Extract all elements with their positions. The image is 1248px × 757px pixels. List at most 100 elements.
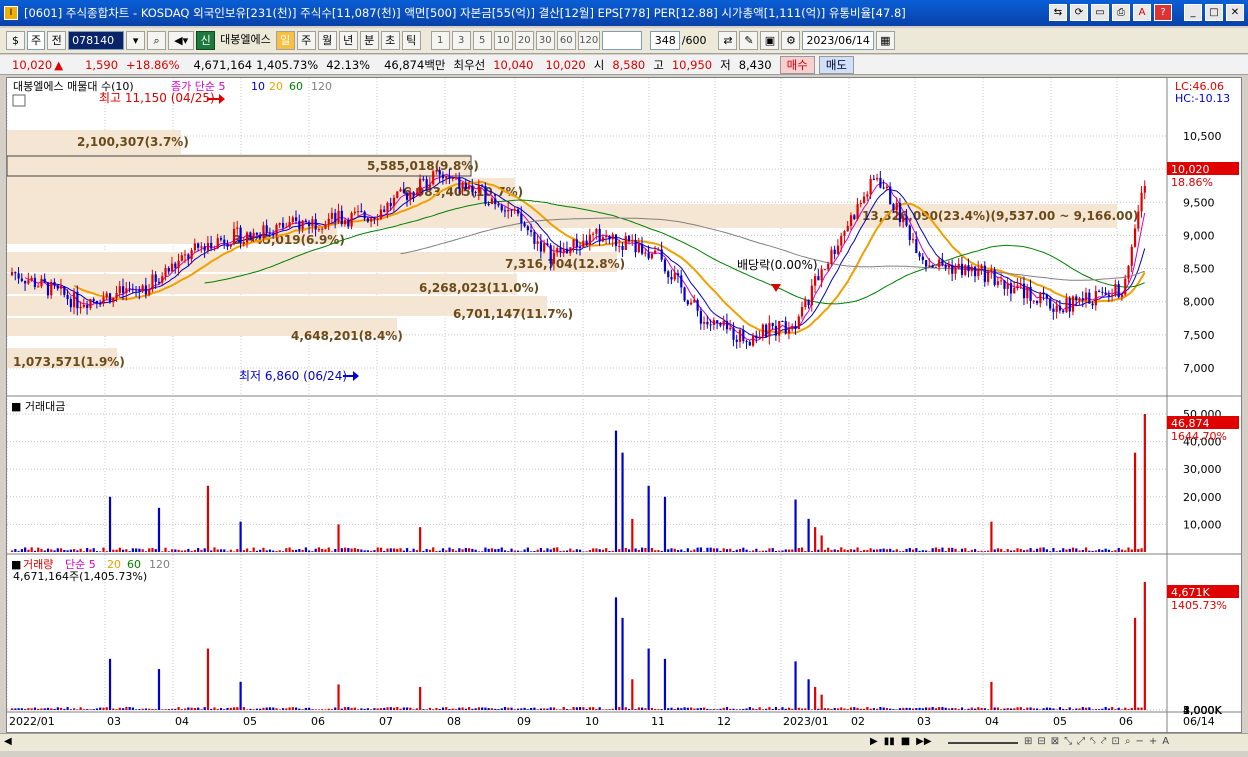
font-size-icon[interactable]: A (1162, 736, 1169, 747)
window-icon[interactable]: ▭ (1091, 4, 1109, 21)
period-tick[interactable]: 틱 (401, 31, 421, 50)
maximize-button[interactable]: □ (1205, 4, 1223, 21)
zoom-in-icon[interactable]: + (1149, 736, 1157, 747)
stock-chart-svg[interactable]: 1,073,571(1.9%) 4,648,201(8.4%) 6,701,147(… (6, 78, 1241, 732)
zoom-search-icon[interactable]: ⌕ (1125, 736, 1131, 747)
calendar-icon[interactable]: ▦ (875, 31, 895, 50)
amount-bar (941, 547, 944, 552)
candle-body (876, 177, 879, 180)
stock-badge: 신 (196, 31, 216, 50)
minute-60[interactable]: 60 (556, 31, 576, 50)
volume-bar (409, 707, 412, 710)
tool-h-icon[interactable]: ⊡ (1111, 736, 1119, 747)
amount-bar (239, 521, 242, 552)
buy-button[interactable]: 매수 (779, 55, 815, 74)
custom-period-input[interactable] (601, 31, 642, 50)
volume-bar (164, 709, 167, 710)
amount-bar (911, 549, 915, 552)
amount-bar (141, 549, 144, 552)
amount-bar (947, 547, 951, 552)
volume-bar (1055, 709, 1058, 710)
close-button[interactable]: ✕ (1226, 4, 1244, 21)
period-minute[interactable]: 분 (359, 31, 379, 50)
pause-icon[interactable]: ▮▮ (884, 736, 895, 747)
period-second[interactable]: 초 (380, 31, 400, 50)
tool-d-icon[interactable]: ⤡ (1064, 736, 1072, 747)
zoom-icon[interactable]: ⇄ (718, 31, 738, 50)
link-icon[interactable]: ⇆ (1049, 4, 1067, 21)
period-day[interactable]: 일 (275, 31, 295, 50)
candle-body (608, 236, 611, 240)
chart-icon[interactable]: $ (6, 31, 25, 50)
minute-5[interactable]: 5 (472, 31, 492, 50)
zoom-slider[interactable] (948, 742, 1018, 744)
minute-30[interactable]: 30 (535, 31, 555, 50)
volume-bar (735, 709, 738, 710)
volume-bar (820, 694, 823, 710)
amount-bar (343, 547, 347, 552)
minute-1[interactable]: 1 (430, 31, 450, 50)
help-icon[interactable]: ? (1154, 4, 1172, 21)
volume-bar (425, 709, 428, 710)
amount-bar (272, 550, 275, 552)
type-select[interactable]: 주 (27, 31, 46, 50)
chart-area[interactable]: 1,073,571(1.9%) 4,648,201(8.4%) 6,701,147(… (6, 77, 1242, 733)
tool-b-icon[interactable]: ⊟ (1037, 736, 1045, 747)
tool-icon[interactable]: ✎ (739, 31, 759, 50)
save-icon[interactable]: ▣ (760, 31, 780, 50)
speaker-icon[interactable]: ◀▾ (168, 31, 195, 50)
volume-bar (298, 708, 301, 710)
volume-profile-label: 6,268,023(11.0%) (419, 281, 539, 295)
candle-body (709, 324, 712, 326)
grid-icon[interactable] (12, 94, 26, 107)
tool-e-icon[interactable]: ⤢ (1077, 736, 1085, 747)
count-input[interactable]: 348 (649, 31, 680, 50)
period-week[interactable]: 주 (296, 31, 316, 50)
period-month[interactable]: 월 (317, 31, 337, 50)
settings-icon[interactable]: ⚙ (781, 31, 801, 50)
minute-120[interactable]: 120 (577, 31, 600, 50)
candle-body (530, 230, 533, 232)
candle-body (477, 185, 481, 193)
period-year[interactable]: 년 (338, 31, 358, 50)
minute-3[interactable]: 3 (451, 31, 471, 50)
stop-icon[interactable]: ■ (901, 736, 910, 747)
amount-bar (46, 548, 50, 552)
amount-bar (99, 551, 102, 552)
minute-10[interactable]: 10 (493, 31, 513, 50)
tool-a-icon[interactable]: ⊞ (1024, 736, 1032, 747)
amount-bar (892, 550, 895, 552)
date-input[interactable]: 2023/06/14 (802, 31, 874, 50)
minute-20[interactable]: 20 (514, 31, 534, 50)
sell-button[interactable]: 매도 (818, 55, 854, 74)
tool-c-icon[interactable]: ⊠ (1051, 736, 1059, 747)
tool-g-icon[interactable]: ⤤ (1101, 736, 1107, 747)
volume-bar (657, 709, 660, 710)
volume-bar (350, 708, 353, 710)
bottom-scrollbar[interactable]: ◀ ▶ ▮▮ ■ ▶▶ ⊞ ⊟ ⊠ ⤡ ⤢ ⤣ ⤤ ⊡ ⌕ − + A (0, 733, 1248, 751)
volume-bar (223, 709, 226, 710)
amount-bar (108, 496, 112, 552)
play-icon[interactable]: ▶ (870, 736, 878, 747)
prev-button[interactable]: 전 (47, 31, 67, 50)
stock-code-input[interactable]: 078140 (68, 31, 125, 50)
dropdown-icon[interactable]: ▾ (126, 31, 146, 50)
print-icon[interactable]: ⎙ (1112, 4, 1130, 21)
candle-body (716, 320, 719, 323)
search-icon[interactable]: ⌕ (147, 31, 167, 50)
amount-bar (1111, 551, 1114, 552)
scroll-left-icon[interactable]: ◀ (4, 736, 18, 749)
tool-f-icon[interactable]: ⤣ (1090, 736, 1096, 747)
fast-forward-icon[interactable]: ▶▶ (916, 736, 931, 747)
zoom-out-icon[interactable]: − (1135, 736, 1143, 747)
candle-body (663, 259, 667, 272)
refresh-icon[interactable]: ⟳ (1070, 4, 1088, 21)
font-icon[interactable]: A (1133, 4, 1151, 21)
minimize-button[interactable]: _ (1184, 4, 1202, 21)
volume-bar (693, 708, 696, 710)
amount-bar (79, 548, 82, 552)
candle-body (817, 276, 820, 281)
candle-body (683, 287, 686, 301)
candle-body (229, 244, 232, 247)
volume-bar (373, 708, 376, 710)
